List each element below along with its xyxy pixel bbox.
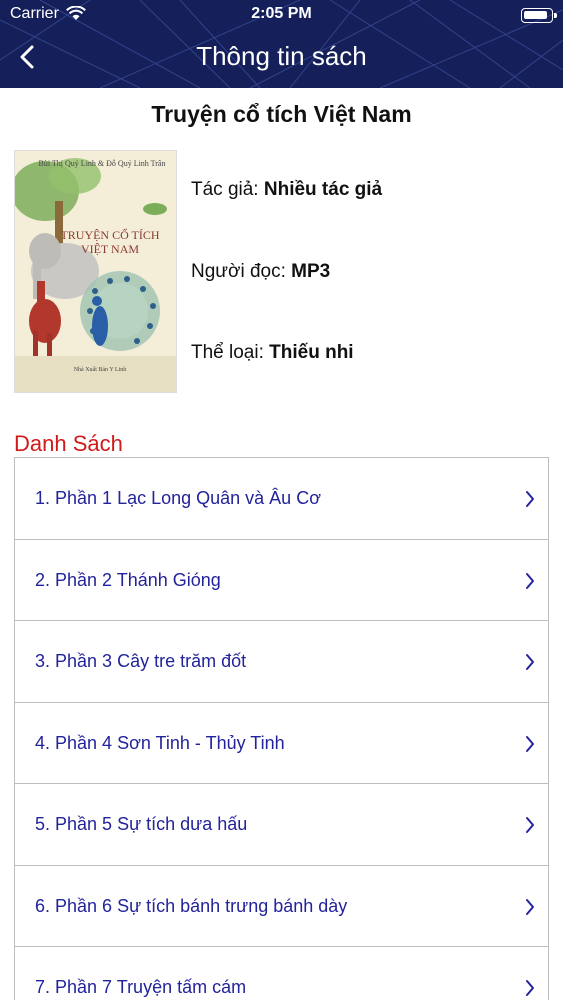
nav-title: Thông tin sách bbox=[196, 41, 367, 71]
cover-title-line2: VIỆT NAM bbox=[80, 242, 140, 256]
genre-row: Thể loại: Thiếu nhi bbox=[191, 342, 354, 364]
author-label: Tác giả: bbox=[191, 179, 259, 200]
reader-value: MP3 bbox=[291, 261, 331, 282]
list-item[interactable]: 1. Phần 1 Lạc Long Quân và Âu Cơ bbox=[15, 458, 548, 540]
list-item-label: 7. Phần 7 Truyện tấm cám bbox=[35, 977, 247, 997]
book-cover: Bùi Thị Quý Linh & Đỗ Quý Linh Trân TRUY… bbox=[14, 150, 177, 393]
list-item[interactable]: 3. Phần 3 Cây tre trăm đốt bbox=[15, 621, 548, 703]
list-item-label: 6. Phần 6 Sự tích bánh trưng bánh dày bbox=[35, 895, 348, 916]
list-item[interactable]: 5. Phần 5 Sự tích dưa hấu bbox=[15, 784, 548, 866]
cover-title: TRUYỆN CỔ TÍCH VIỆT NAM bbox=[50, 228, 170, 256]
list-item-label: 1. Phần 1 Lạc Long Quân và Âu Cơ bbox=[35, 488, 321, 508]
chevron-right-icon bbox=[526, 817, 534, 833]
genre-value: Thiếu nhi bbox=[269, 342, 354, 363]
chevron-right-icon bbox=[526, 491, 534, 507]
list-item[interactable]: 6. Phần 6 Sự tích bánh trưng bánh dày bbox=[15, 866, 548, 947]
chevron-right-icon bbox=[526, 572, 534, 589]
chevron-right-icon bbox=[526, 980, 534, 996]
reader-row: Người đọc: MP3 bbox=[191, 261, 330, 283]
list-item-label: 5. Phần 5 Sự tích dưa hấu bbox=[35, 814, 248, 834]
chevron-right-icon bbox=[526, 735, 534, 752]
list-item-label: 2. Phần 2 Thánh Gióng bbox=[35, 569, 221, 590]
battery-icon bbox=[521, 8, 557, 23]
genre-label: Thể loại: bbox=[191, 342, 264, 363]
list-item-label: 3. Phần 3 Cây tre trăm đốt bbox=[35, 651, 247, 671]
cover-publisher: Nhà Xuất Bản Y Linh bbox=[73, 367, 127, 373]
cover-title-line1: TRUYỆN CỔ TÍCH bbox=[60, 228, 160, 242]
book-title: Truyện cổ tích Việt Nam bbox=[151, 101, 412, 127]
list-item-label: 4. Phần 4 Sơn Tinh - Thủy Tinh bbox=[35, 732, 285, 753]
list-item[interactable]: 2. Phần 2 Thánh Gióng bbox=[15, 540, 548, 621]
book-cover-illustration bbox=[15, 151, 176, 392]
screen: Carrier 2:05 PM Thông tin sách Truyện cổ… bbox=[0, 0, 563, 1000]
list-item[interactable]: 4. Phần 4 Sơn Tinh - Thủy Tinh bbox=[15, 703, 548, 784]
author-row: Tác giả: Nhiều tác giả bbox=[191, 179, 382, 201]
clock: 2:05 PM bbox=[251, 5, 312, 22]
chevron-right-icon bbox=[526, 654, 534, 670]
chapter-list: 1. Phần 1 Lạc Long Quân và Âu Cơ 2. Phần… bbox=[14, 457, 549, 1000]
header: Carrier 2:05 PM Thông tin sách bbox=[0, 0, 563, 88]
list-item[interactable]: 7. Phần 7 Truyện tấm cám bbox=[15, 947, 548, 1000]
reader-label: Người đọc: bbox=[191, 261, 286, 282]
cover-authors: Bùi Thị Quý Linh & Đỗ Quý Linh Trân bbox=[38, 159, 166, 168]
section-title: Danh Sách bbox=[14, 431, 123, 456]
status-bar: Carrier 2:05 PM bbox=[0, 0, 563, 30]
author-value: Nhiều tác giả bbox=[263, 179, 383, 200]
chevron-right-icon bbox=[526, 898, 534, 915]
